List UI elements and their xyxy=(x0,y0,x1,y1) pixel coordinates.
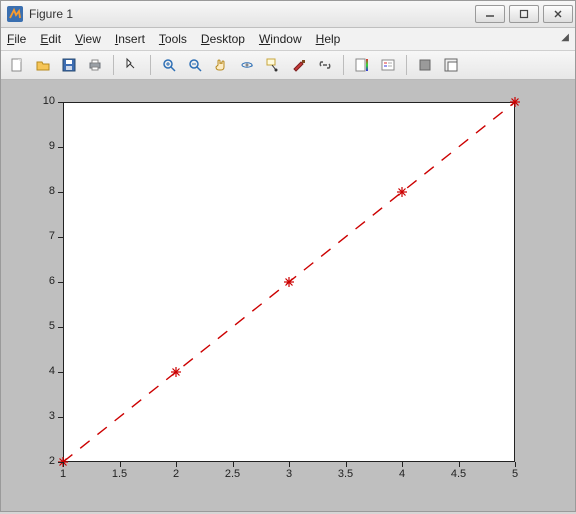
toolbar xyxy=(1,51,575,80)
matlab-icon xyxy=(7,6,23,22)
brush-button[interactable] xyxy=(287,53,311,77)
show-plot-tools-button[interactable] xyxy=(439,53,463,77)
new-figure-button[interactable] xyxy=(5,53,29,77)
x-tick-label: 5 xyxy=(505,468,525,480)
toolbar-separator xyxy=(113,55,114,75)
open-file-button[interactable] xyxy=(31,53,55,77)
close-button[interactable] xyxy=(543,5,573,23)
zoom-in-button[interactable] xyxy=(157,53,181,77)
menubar-overflow-icon[interactable]: ◢ xyxy=(561,32,569,43)
figure-window: Figure 1 File Edit View Insert Tools Des… xyxy=(0,0,576,512)
x-tick-label: 4.5 xyxy=(449,468,469,480)
menu-tools[interactable]: Tools xyxy=(159,32,187,46)
x-tick-label: 1.5 xyxy=(110,468,130,480)
menu-help[interactable]: Help xyxy=(316,32,341,46)
y-tick-label: 10 xyxy=(33,95,55,107)
minimize-button[interactable] xyxy=(475,5,505,23)
axes[interactable] xyxy=(63,102,515,462)
menu-edit[interactable]: Edit xyxy=(40,32,61,46)
x-tick-label: 3.5 xyxy=(336,468,356,480)
zoom-out-button[interactable] xyxy=(183,53,207,77)
hide-plot-tools-button[interactable] xyxy=(413,53,437,77)
link-plots-button[interactable] xyxy=(313,53,337,77)
y-tick-label: 2 xyxy=(33,455,55,467)
plot-area[interactable]: 1 1.5 2 2.5 3 3.5 4 4.5 5 2 3 4 5 6 7 8 9 10 xyxy=(1,80,575,511)
y-tick-label: 9 xyxy=(33,140,55,152)
pan-button[interactable] xyxy=(209,53,233,77)
menu-window[interactable]: Window xyxy=(259,32,302,46)
x-tick-label: 3 xyxy=(279,468,299,480)
toolbar-separator xyxy=(406,55,407,75)
x-tick-label: 2.5 xyxy=(223,468,243,480)
x-tick-label: 2 xyxy=(166,468,186,480)
y-tick-label: 7 xyxy=(33,230,55,242)
toolbar-separator xyxy=(150,55,151,75)
maximize-button[interactable] xyxy=(509,5,539,23)
print-figure-button[interactable] xyxy=(83,53,107,77)
y-tick-label: 5 xyxy=(33,320,55,332)
menubar: File Edit View Insert Tools Desktop Wind… xyxy=(1,28,575,51)
y-tick-label: 6 xyxy=(33,275,55,287)
save-figure-button[interactable] xyxy=(57,53,81,77)
insert-legend-button[interactable] xyxy=(376,53,400,77)
menu-file[interactable]: File xyxy=(7,32,26,46)
titlebar: Figure 1 xyxy=(1,1,575,28)
rotate-3d-button[interactable] xyxy=(235,53,259,77)
menu-view[interactable]: View xyxy=(75,32,101,46)
y-tick-label: 8 xyxy=(33,185,55,197)
menu-desktop[interactable]: Desktop xyxy=(201,32,245,46)
x-tick-label: 4 xyxy=(392,468,412,480)
menu-insert[interactable]: Insert xyxy=(115,32,145,46)
window-title: Figure 1 xyxy=(29,7,471,21)
data-cursor-button[interactable] xyxy=(261,53,285,77)
toolbar-separator xyxy=(343,55,344,75)
y-tick-label: 3 xyxy=(33,410,55,422)
insert-colorbar-button[interactable] xyxy=(350,53,374,77)
edit-plot-button[interactable] xyxy=(120,53,144,77)
y-tick-label: 4 xyxy=(33,365,55,377)
x-tick-label: 1 xyxy=(53,468,73,480)
